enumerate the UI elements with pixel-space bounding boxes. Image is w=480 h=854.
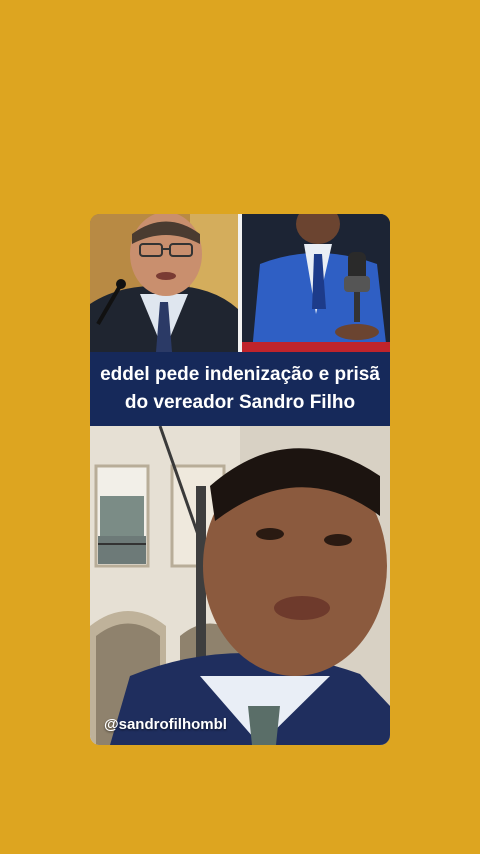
older-man-illustration	[90, 214, 238, 352]
headline-banner: eddel pede indenização e prisã do veread…	[90, 352, 390, 426]
photo-older-man	[90, 214, 238, 352]
creator-handle[interactable]: @sandrofilhombl	[104, 716, 227, 733]
story-card[interactable]: eddel pede indenização e prisã do veread…	[90, 214, 390, 745]
photo-podcast-man	[242, 214, 390, 352]
selfie-illustration	[90, 426, 390, 745]
podcast-man-illustration	[242, 214, 390, 352]
headline-line-2: do vereador Sandro Filho	[124, 392, 356, 413]
headline-line-1: eddel pede indenização e prisã	[100, 364, 380, 385]
photo-selfie: @sandrofilhombl	[90, 426, 390, 745]
